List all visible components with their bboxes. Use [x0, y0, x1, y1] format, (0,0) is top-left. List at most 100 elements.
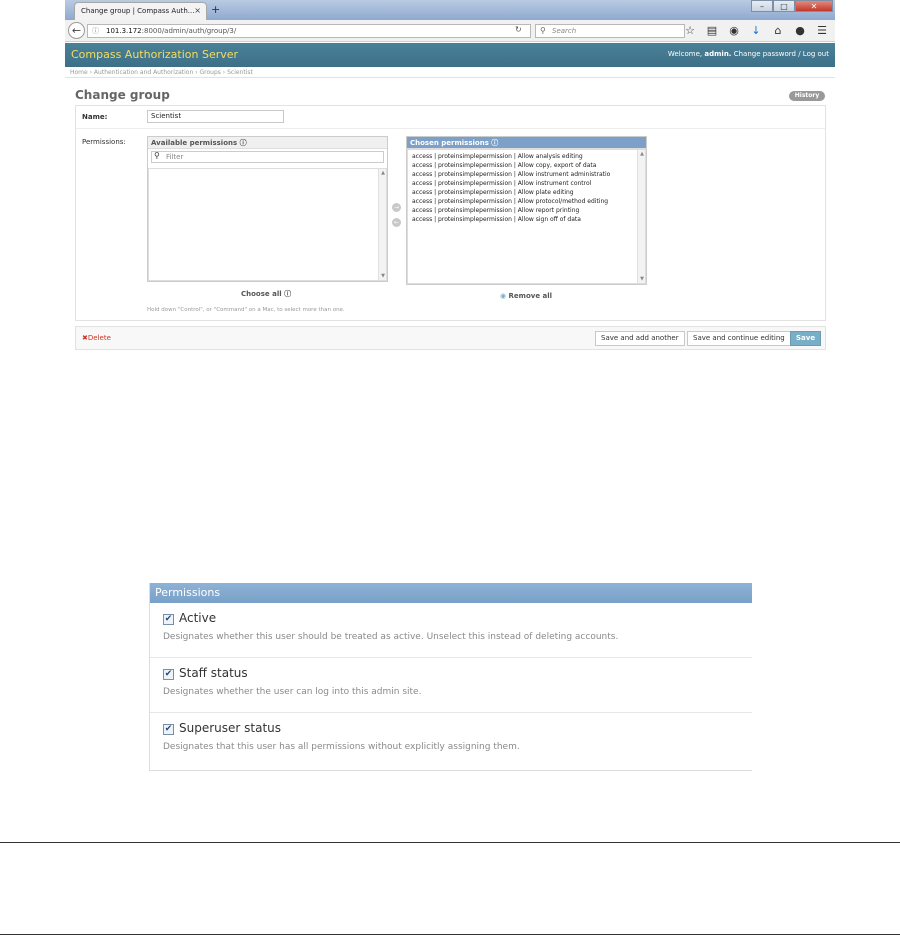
breadcrumb[interactable]: Home › Authentication and Authorization … [65, 68, 835, 78]
help-text: Hold down "Control", or "Command" on a M… [147, 307, 345, 313]
chosen-permissions-title: Chosen permissions ⓘ [407, 137, 646, 149]
permission-superuser-status: ✔ Superuser status Designates that this … [150, 713, 752, 768]
back-arrow-icon: ← [71, 24, 82, 37]
page-title: Change group [75, 88, 170, 102]
remove-all-text: Remove all [508, 292, 553, 300]
save-button[interactable]: Save [790, 331, 822, 346]
divider-line [0, 842, 900, 843]
tab-title: Change group | Compass Auth... [81, 7, 195, 15]
list-item[interactable]: access | proteinsimplepermission | Allow… [408, 152, 645, 161]
site-brand[interactable]: Compass Authorization Server [71, 48, 238, 61]
active-label: Active [179, 611, 217, 625]
chat-icon[interactable]: ● [793, 23, 807, 39]
star-icon[interactable]: ☆ [683, 23, 697, 39]
staff-status-checkbox[interactable]: ✔ [163, 669, 174, 680]
delete-link[interactable]: ✖Delete [82, 334, 111, 342]
url-host: 101.3.172 [106, 27, 142, 35]
reload-icon[interactable]: ↻ [515, 25, 522, 34]
change-password-link[interactable]: Change password [734, 50, 796, 58]
menu-icon[interactable]: ☰ [815, 23, 829, 39]
logout-link[interactable]: Log out [803, 50, 829, 58]
superuser-status-help-text: Designates that this user has all permis… [163, 742, 520, 752]
permissions-panel-title: Permissions [150, 583, 752, 603]
scroll-up-icon[interactable]: ▲ [638, 151, 646, 157]
active-help-text: Designates whether this user should be t… [163, 632, 619, 642]
pocket-icon[interactable]: ◉ [727, 23, 741, 39]
separator: / [798, 50, 801, 58]
search-input[interactable]: ⚲ Search [535, 24, 685, 38]
submit-row: ✖Delete Save and add another Save and co… [75, 326, 826, 350]
user-tools: Welcome, admin. Change password / Log ou… [668, 50, 829, 58]
scrollbar[interactable]: ▲ ▼ [637, 150, 645, 283]
available-permissions-list[interactable]: ▲ ▼ [148, 168, 387, 281]
permission-active: ✔ Active Designates whether this user sh… [150, 603, 752, 658]
tab-close-icon[interactable]: × [194, 3, 201, 19]
name-input[interactable]: Scientist [147, 110, 284, 123]
list-item[interactable]: access | proteinsimplepermission | Allow… [408, 179, 645, 188]
save-and-add-another-button[interactable]: Save and add another [595, 331, 685, 346]
url-path: :8000/admin/auth/group/3/ [141, 27, 237, 35]
chosen-permissions-list[interactable]: access | proteinsimplepermission | Allow… [407, 149, 646, 284]
minimize-button[interactable]: – [751, 0, 773, 12]
search-icon: ⚲ [154, 151, 160, 160]
new-tab-button[interactable]: + [211, 3, 220, 16]
save-and-continue-button[interactable]: Save and continue editing [687, 331, 791, 346]
scroll-down-icon[interactable]: ▼ [638, 276, 646, 282]
permission-staff-status: ✔ Staff status Designates whether the us… [150, 658, 752, 713]
list-item[interactable]: access | proteinsimplepermission | Allow… [408, 206, 645, 215]
username: admin. [704, 50, 732, 58]
search-icon: ⚲ [540, 26, 546, 35]
available-title-text: Available permissions [151, 139, 238, 147]
change-group-form: Name: Scientist Permissions: Available p… [75, 105, 826, 321]
staff-status-label: Staff status [179, 666, 248, 680]
clipboard-icon[interactable]: ▤ [705, 23, 719, 39]
tab-bar: Change group | Compass Auth... × + – □ ✕ [65, 0, 835, 20]
help-icon: ⓘ [491, 139, 499, 147]
choose-all-text: Choose all [241, 290, 282, 298]
help-icon: ⓘ [239, 139, 247, 147]
remove-arrow-icon[interactable]: ← [392, 218, 401, 227]
choose-all-link[interactable]: Choose all ⓘ [241, 289, 291, 299]
name-row: Name: Scientist [76, 106, 825, 129]
history-button[interactable]: History [789, 91, 825, 101]
list-item[interactable]: access | proteinsimplepermission | Allow… [408, 197, 645, 206]
remove-all-link[interactable]: ◉ Remove all [500, 292, 552, 300]
delete-text: Delete [87, 334, 111, 342]
divider-line [0, 934, 900, 935]
remove-all-icon: ◉ [500, 292, 507, 300]
staff-status-help-text: Designates whether the user can log into… [163, 687, 422, 697]
address-bar[interactable]: ⓘ 101.3.172:8000/admin/auth/group/3/ [87, 24, 531, 38]
scrollbar[interactable]: ▲ ▼ [378, 169, 386, 280]
nav-bar: ← ⓘ 101.3.172:8000/admin/auth/group/3/ ↻… [65, 20, 835, 42]
add-arrow-icon[interactable]: → [392, 203, 401, 212]
list-item[interactable]: access | proteinsimplepermission | Allow… [408, 170, 645, 179]
welcome-text: Welcome, [667, 50, 703, 58]
list-item[interactable]: access | proteinsimplepermission | Allow… [408, 161, 645, 170]
permissions-panel: Permissions ✔ Active Designates whether … [149, 583, 752, 771]
site-info-icon[interactable]: ⓘ [92, 25, 99, 37]
chosen-title-text: Chosen permissions [410, 139, 489, 147]
name-label: Name: [82, 113, 108, 121]
admin-header: Compass Authorization Server Welcome, ad… [65, 43, 835, 67]
restore-button[interactable]: □ [773, 0, 795, 12]
choose-all-icon: ⓘ [284, 290, 292, 298]
window-controls: – □ ✕ [751, 0, 833, 12]
download-icon[interactable]: ↓ [749, 23, 763, 39]
filter-input[interactable]: ⚲ Filter [151, 151, 384, 163]
scroll-up-icon[interactable]: ▲ [379, 170, 387, 176]
list-item[interactable]: access | proteinsimplepermission | Allow… [408, 188, 645, 197]
superuser-status-checkbox[interactable]: ✔ [163, 724, 174, 735]
filter-placeholder: Filter [166, 153, 184, 161]
available-permissions-selector: Available permissions ⓘ ⚲ Filter ▲ ▼ [147, 136, 388, 282]
scroll-down-icon[interactable]: ▼ [379, 273, 387, 279]
search-placeholder: Search [552, 27, 577, 35]
close-window-button[interactable]: ✕ [795, 0, 833, 12]
back-button[interactable]: ← [68, 22, 85, 39]
available-permissions-title: Available permissions ⓘ [148, 137, 387, 149]
list-item[interactable]: access | proteinsimplepermission | Allow… [408, 215, 645, 224]
browser-tab[interactable]: Change group | Compass Auth... × [74, 2, 207, 20]
toolbar-icons: ☆ ▤ ◉ ↓ ⌂ ● ☰ [683, 23, 829, 39]
active-checkbox[interactable]: ✔ [163, 614, 174, 625]
home-icon[interactable]: ⌂ [771, 23, 785, 39]
chosen-permissions-selector: Chosen permissions ⓘ access | proteinsim… [406, 136, 647, 285]
